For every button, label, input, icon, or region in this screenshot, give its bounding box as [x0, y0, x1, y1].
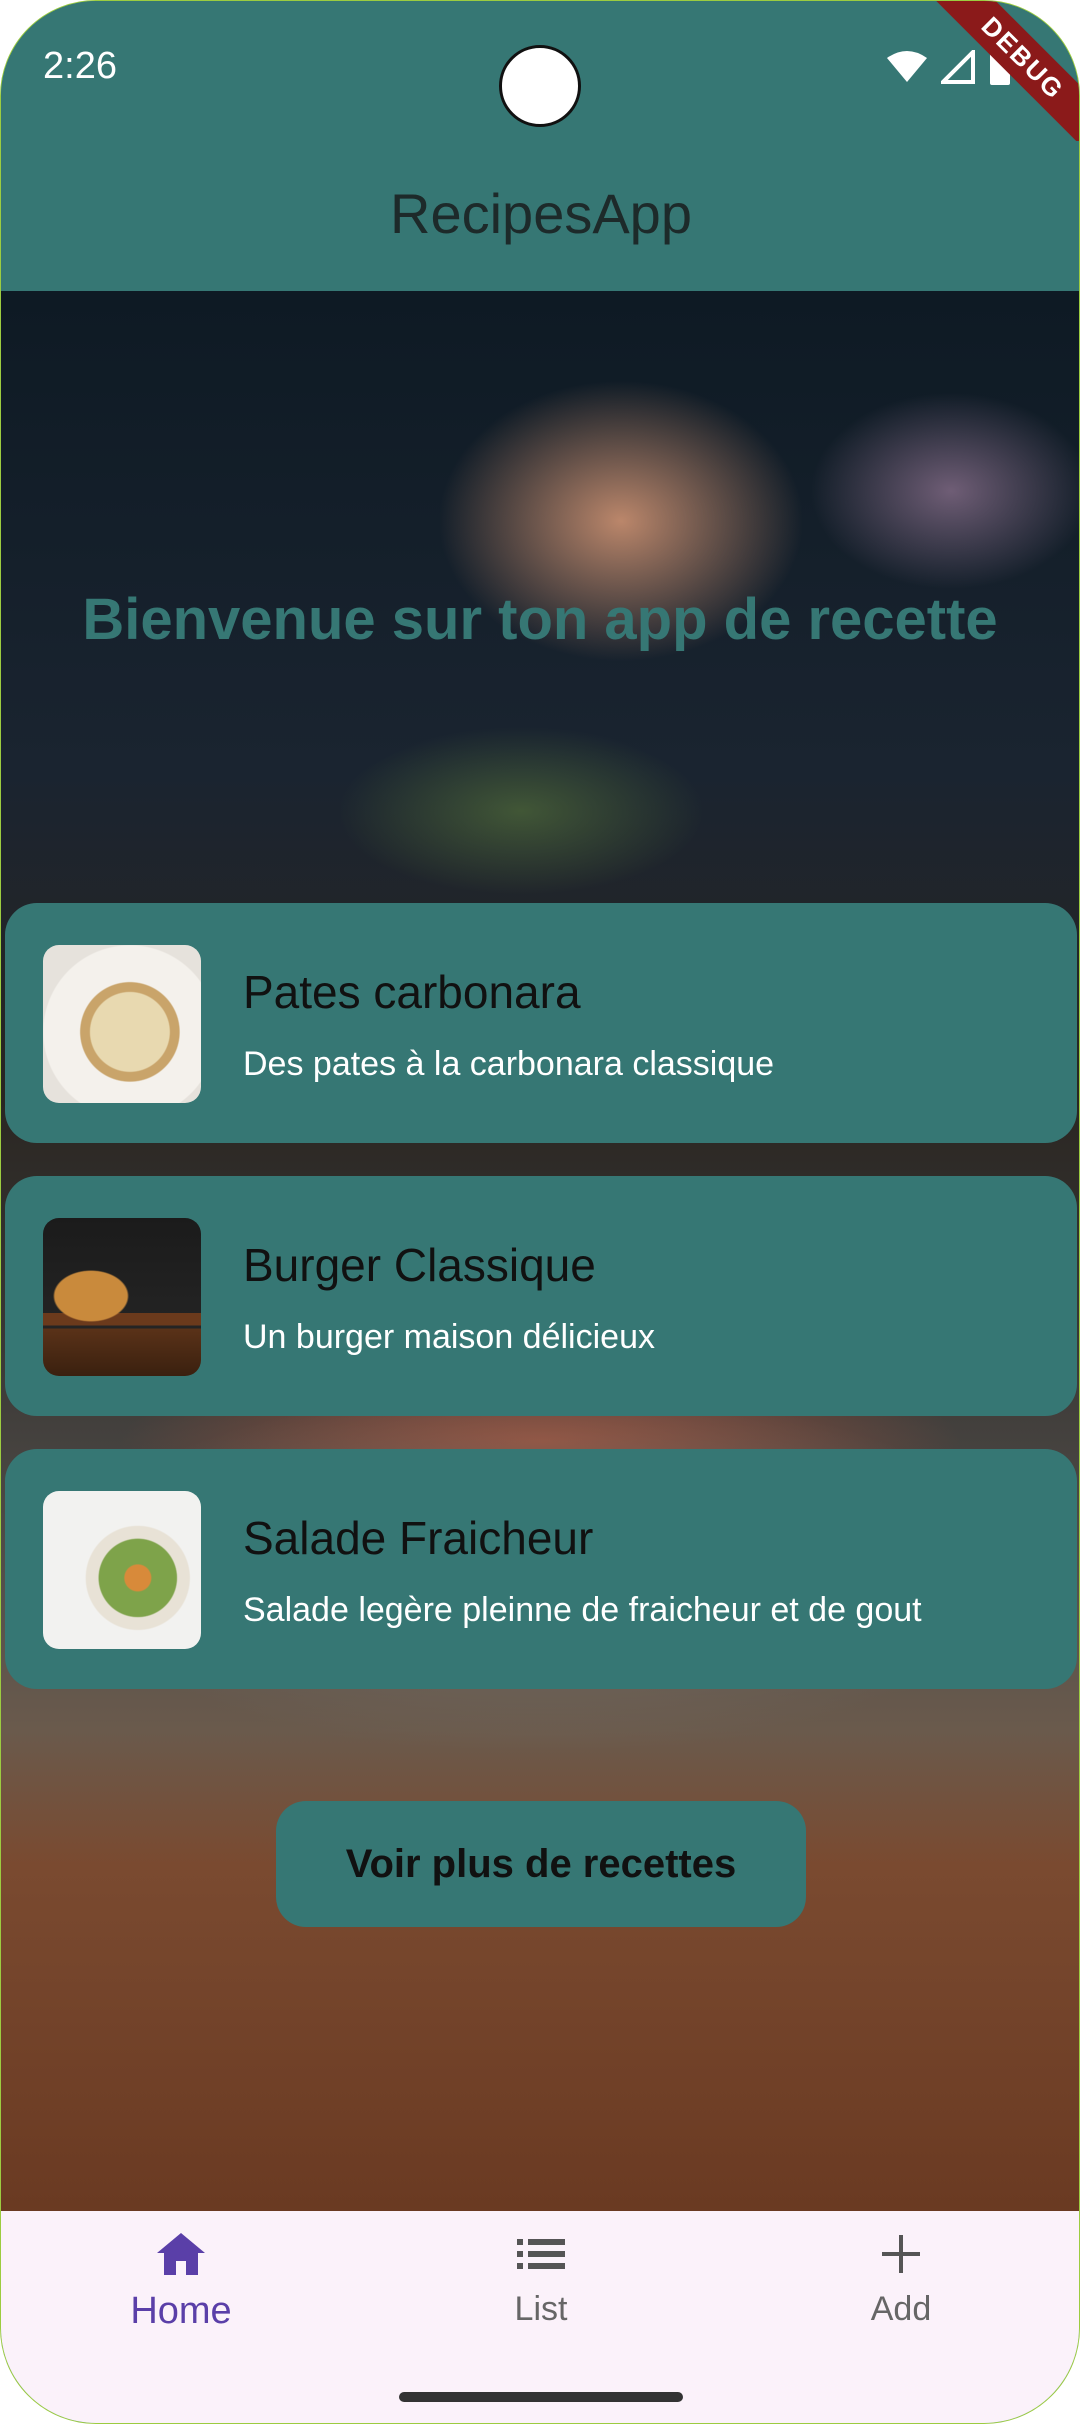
recipe-card[interactable]: Salade Fraicheur Salade legère pleinne d…: [5, 1449, 1077, 1689]
recipe-subtitle: Un burger maison délicieux: [243, 1318, 655, 1356]
front-camera: [499, 45, 581, 127]
status-time: 2:26: [43, 45, 117, 87]
recipe-subtitle: Salade legère pleinne de fraicheur et de…: [243, 1591, 922, 1629]
nav-item-list[interactable]: List: [441, 2231, 641, 2329]
recipe-subtitle: Des pates à la carbonara classique: [243, 1045, 775, 1083]
nav-item-home[interactable]: Home: [81, 2231, 281, 2333]
nav-item-add[interactable]: Add: [801, 2231, 1001, 2329]
recipe-card[interactable]: Burger Classique Un burger maison délici…: [5, 1176, 1077, 1416]
burger-image: [43, 1218, 201, 1376]
gesture-home-bar[interactable]: [399, 2392, 683, 2402]
phone-frame: 2:26 DEBUG RecipesApp Bienvenue sur ton …: [0, 0, 1080, 2424]
list-icon: [517, 2239, 565, 2269]
home-icon: [157, 2233, 205, 2275]
signal-icon: [941, 50, 975, 84]
recipe-card[interactable]: Pates carbonara Des pates à la carbonara…: [5, 903, 1077, 1143]
status-bar: 2:26 DEBUG: [1, 1, 1079, 158]
nav-label-add: Add: [870, 2290, 932, 2328]
welcome-heading: Bienvenue sur ton app de recette: [82, 587, 998, 652]
wifi-icon: [887, 51, 927, 82]
salad-image: [43, 1491, 201, 1649]
recipe-title: Pates carbonara: [243, 966, 581, 1018]
add-icon: [882, 2235, 920, 2273]
recipe-title: Burger Classique: [243, 1239, 596, 1291]
nav-label-home: Home: [130, 2290, 232, 2332]
more-recipes-button[interactable]: Voir plus de recettes: [276, 1801, 806, 1927]
app-title: RecipesApp: [390, 182, 692, 245]
recipe-title: Salade Fraicheur: [243, 1512, 594, 1564]
app-bar: RecipesApp: [1, 141, 1079, 291]
nav-label-list: List: [514, 2290, 568, 2328]
pasta-image: [43, 945, 201, 1103]
